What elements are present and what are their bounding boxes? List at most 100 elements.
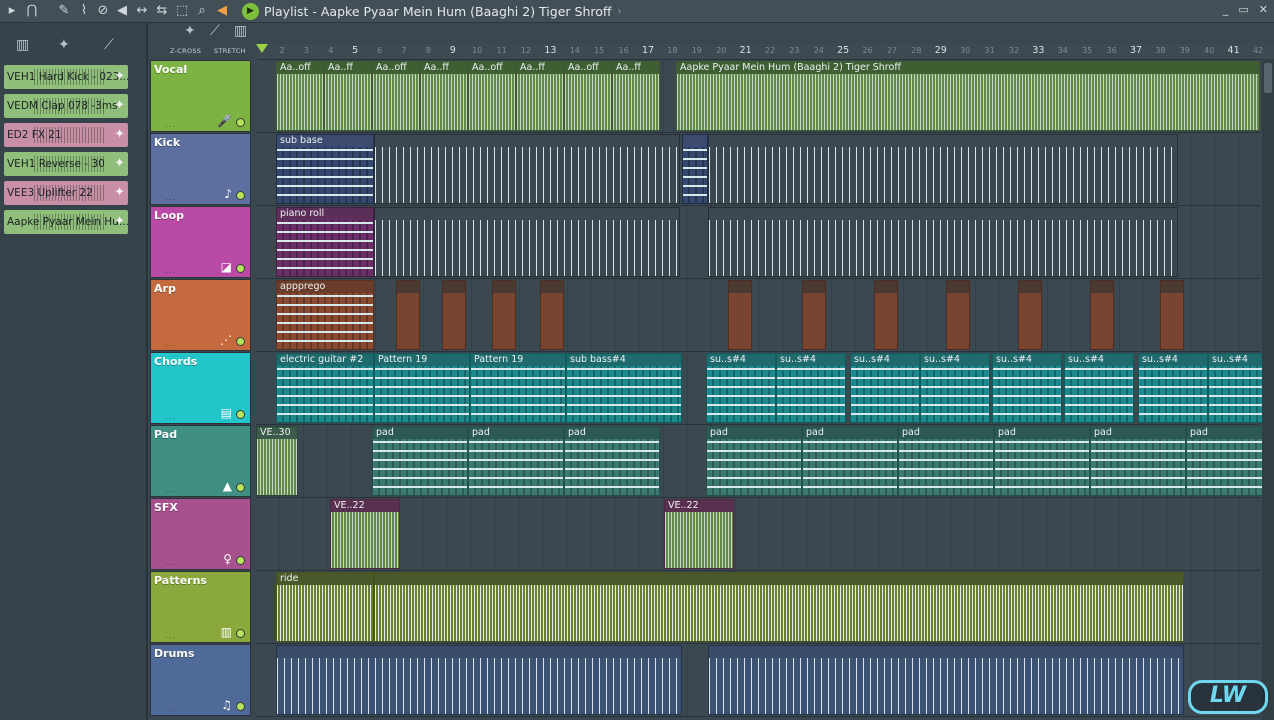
track-lane-kick[interactable]: sub base	[256, 133, 1260, 206]
magnet-icon[interactable]: ⋂	[24, 3, 40, 19]
track-header-patterns[interactable]: Patterns... ▥	[150, 571, 251, 643]
playlist-clip[interactable]: VE..30	[256, 426, 298, 496]
track-enable-led[interactable]	[236, 556, 245, 565]
menu-arrow-icon[interactable]: ▸	[4, 3, 20, 19]
playlist-clip[interactable]: electric guitar #2	[276, 353, 374, 423]
playlist-clip[interactable]: sub base	[276, 134, 374, 204]
playlist-clip[interactable]	[374, 207, 680, 277]
playlist-clip[interactable]: su..s#4	[776, 353, 846, 423]
playlist-clip[interactable]: pad	[802, 426, 898, 496]
track-enable-led[interactable]	[236, 702, 245, 711]
playlist-clip[interactable]: su..s#4	[1138, 353, 1208, 423]
stretch-option[interactable]: STRETCH	[214, 47, 246, 55]
playlist-clip[interactable]: Aa..off	[564, 61, 612, 131]
browser-clip[interactable]: ED2 FX 21 ✦	[4, 123, 128, 147]
track-header-chords[interactable]: Chords... ▤	[150, 352, 251, 424]
playhead-marker[interactable]	[256, 44, 268, 53]
pattern-tool-icon[interactable]: ▥	[234, 23, 247, 39]
playlist-clip[interactable]	[708, 645, 1184, 715]
playlist-clip[interactable]: sub bass#4	[566, 353, 682, 423]
playlist-clip[interactable]	[492, 280, 516, 350]
track-enable-led[interactable]	[236, 264, 245, 273]
playlist-clip[interactable]: su..s#4	[920, 353, 990, 423]
playlist-clip[interactable]	[374, 572, 1184, 642]
restore-button[interactable]: ▭	[1238, 3, 1248, 16]
track-enable-led[interactable]	[236, 337, 245, 346]
track-lane-drums[interactable]	[256, 644, 1260, 717]
track-lane-vocal[interactable]: Aa..off Aa..ff Aa..off Aa..ff Aa..off Aa..ff A…	[256, 60, 1260, 133]
playlist-clip[interactable]	[1018, 280, 1042, 350]
playlist-clip[interactable]: pad	[706, 426, 802, 496]
playlist-clip[interactable]: pad	[898, 426, 994, 496]
track-lane-pad[interactable]: VE..30 pad pad pad pad pad pad pad pad pad	[256, 425, 1274, 498]
timeline-ruler[interactable]: 2 3 4 5 6 7 8 9 10 11 12 13 14 15 16 17 18 19 20 21 22 23 24 25…	[258, 44, 1274, 60]
title-arrow-icon[interactable]: ›	[618, 6, 622, 17]
playlist-clip[interactable]	[682, 134, 708, 204]
playlist-clip[interactable]: pad	[564, 426, 660, 496]
playlist-clip[interactable]: Aa..ff	[516, 61, 564, 131]
browser-clip[interactable]: VEE3 Uplifter 22 ✦	[4, 181, 128, 205]
pencil-icon[interactable]: ✎	[56, 3, 72, 19]
automation-tool-icon[interactable]: ⟋	[210, 23, 220, 39]
playlist-clip[interactable]: VE..22	[330, 499, 400, 569]
track-enable-led[interactable]	[236, 191, 245, 200]
playlist-clip[interactable]	[874, 280, 898, 350]
playlist-clip[interactable]	[708, 134, 1178, 204]
playlist-clip[interactable]: Aa..ff	[612, 61, 660, 131]
playlist-clip[interactable]	[442, 280, 466, 350]
scrollbar-thumb[interactable]	[1264, 63, 1272, 93]
track-header-sfx[interactable]: SFX... ♀	[150, 498, 251, 570]
track-header-kick[interactable]: Kick... ♪	[150, 133, 251, 205]
playlist-clip[interactable]: Aa..off	[276, 61, 324, 131]
slip-icon[interactable]: ↔	[134, 3, 150, 19]
playlist-clip[interactable]	[540, 280, 564, 350]
playlist-clip[interactable]: pad	[994, 426, 1090, 496]
playlist-clip[interactable]: Pattern 19	[470, 353, 566, 423]
track-enable-led[interactable]	[236, 410, 245, 419]
browser-clip[interactable]: Aapke Pyaar Mein Hu... ✦	[4, 210, 128, 234]
playlist-clip[interactable]	[276, 645, 682, 715]
track-enable-led[interactable]	[236, 118, 245, 127]
track-header-drums[interactable]: Drums... ♫	[150, 644, 251, 716]
browser-clip[interactable]: VEDM Clap 078 -3ms ✦	[4, 94, 128, 118]
track-header-arp[interactable]: Arp... ⋰	[150, 279, 251, 351]
playlist-clip[interactable]: Aa..off	[372, 61, 420, 131]
piano-view-icon[interactable]: ▥	[16, 37, 29, 53]
track-lane-sfx[interactable]: VE..22 VE..22	[256, 498, 1260, 571]
playlist-clip[interactable]: pad	[468, 426, 564, 496]
play-icon[interactable]: ▶	[242, 2, 259, 20]
minimize-button[interactable]: _	[1223, 3, 1229, 16]
close-button[interactable]: ✕	[1259, 3, 1268, 16]
playlist-clip[interactable]: su..s#4	[1064, 353, 1134, 423]
track-header-pad[interactable]: Pad... ▲	[150, 425, 251, 497]
track-header-loop[interactable]: Loop... ◪	[150, 206, 251, 278]
waveform-tool-icon[interactable]: ✦	[184, 23, 196, 39]
track-enable-led[interactable]	[236, 483, 245, 492]
playlist-clip[interactable]	[1160, 280, 1184, 350]
playlist-clip[interactable]	[374, 134, 680, 204]
track-lane-chords[interactable]: electric guitar #2 Pattern 19 Pattern 19 su…	[256, 352, 1274, 425]
playlist-clip[interactable]: VE..22	[664, 499, 734, 569]
playlist-clip[interactable]: appprego	[276, 280, 374, 350]
playlist-clip[interactable]: Pattern 19	[374, 353, 470, 423]
zoom-icon[interactable]: ⌕	[194, 3, 210, 19]
playlist-clip[interactable]: pad	[1186, 426, 1274, 496]
playlist-clip[interactable]	[946, 280, 970, 350]
track-header-vocal[interactable]: Vocal... 🎤	[150, 60, 251, 132]
zcross-option[interactable]: Z-CROSS	[170, 47, 201, 55]
playlist-clip[interactable]: ride	[276, 572, 374, 642]
playlist-clip[interactable]: piano roll	[276, 207, 374, 277]
slice-icon[interactable]: ⇆	[154, 3, 170, 19]
track-lane-patterns[interactable]: ride	[256, 571, 1260, 644]
playlist-clip[interactable]	[708, 207, 1178, 277]
audio-icon[interactable]: ◀	[214, 3, 230, 19]
playlist-clip[interactable]: pad	[1090, 426, 1186, 496]
playlist-clip[interactable]: su..s#4	[706, 353, 776, 423]
playlist-clip[interactable]: Aa..ff	[420, 61, 468, 131]
speaker-icon[interactable]: ◀	[114, 3, 130, 19]
playlist-clip[interactable]: Aapke Pyaar Mein Hum (Baaghi 2) Tiger Sh…	[676, 61, 1260, 131]
browser-clip[interactable]: VEH1 Hard Kick - 023... ✦	[4, 65, 128, 89]
playlist-clip[interactable]: Aa..off	[468, 61, 516, 131]
playlist-clip[interactable]: Aa..ff	[324, 61, 372, 131]
track-enable-led[interactable]	[236, 629, 245, 638]
